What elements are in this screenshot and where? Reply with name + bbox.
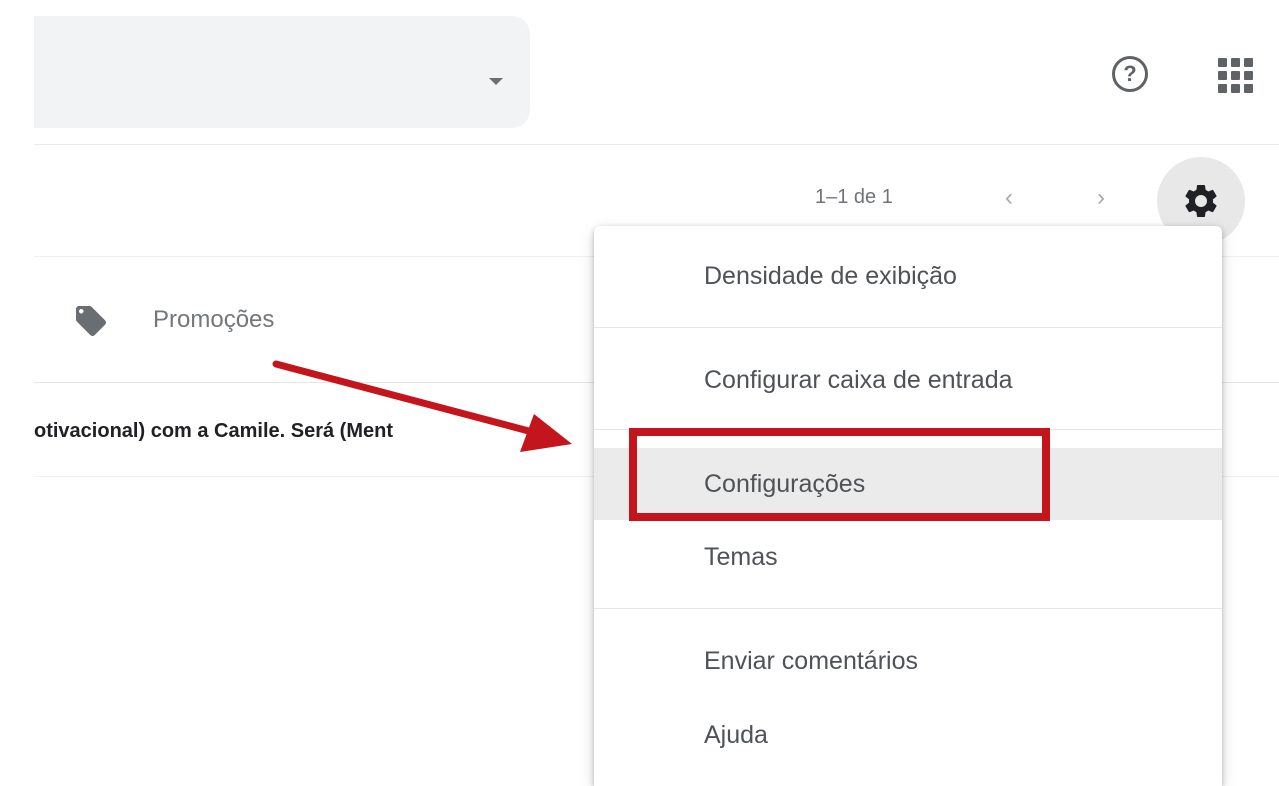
tag-icon	[76, 306, 106, 336]
menu-separator	[594, 608, 1222, 609]
search-bar[interactable]	[34, 16, 530, 128]
menu-item-display-density[interactable]: Densidade de exibição	[594, 241, 1222, 311]
menu-item-configure-inbox[interactable]: Configurar caixa de entrada	[594, 345, 1222, 415]
apps-grid-icon[interactable]	[1216, 56, 1254, 94]
menu-separator	[594, 429, 1222, 430]
menu-item-settings[interactable]: Configurações	[594, 448, 1222, 520]
menu-item-send-feedback[interactable]: Enviar comentários	[594, 626, 1222, 696]
help-icon[interactable]: ?	[1112, 56, 1148, 92]
annotation-arrow	[272, 360, 572, 452]
chevron-left-icon[interactable]: ‹	[1005, 184, 1013, 212]
menu-item-themes[interactable]: Temas	[594, 522, 1222, 592]
menu-item-help[interactable]: Ajuda	[594, 700, 1222, 770]
settings-menu: Densidade de exibição Configurar caixa d…	[594, 226, 1222, 786]
gear-icon	[1185, 185, 1217, 217]
menu-separator	[594, 327, 1222, 328]
header-divider	[34, 144, 1279, 145]
tab-promotions[interactable]: Promoções	[153, 306, 274, 334]
search-options-caret-icon[interactable]	[489, 78, 503, 85]
pagination-count: 1–1 de 1	[815, 186, 893, 208]
chevron-right-icon[interactable]: ›	[1097, 184, 1105, 212]
